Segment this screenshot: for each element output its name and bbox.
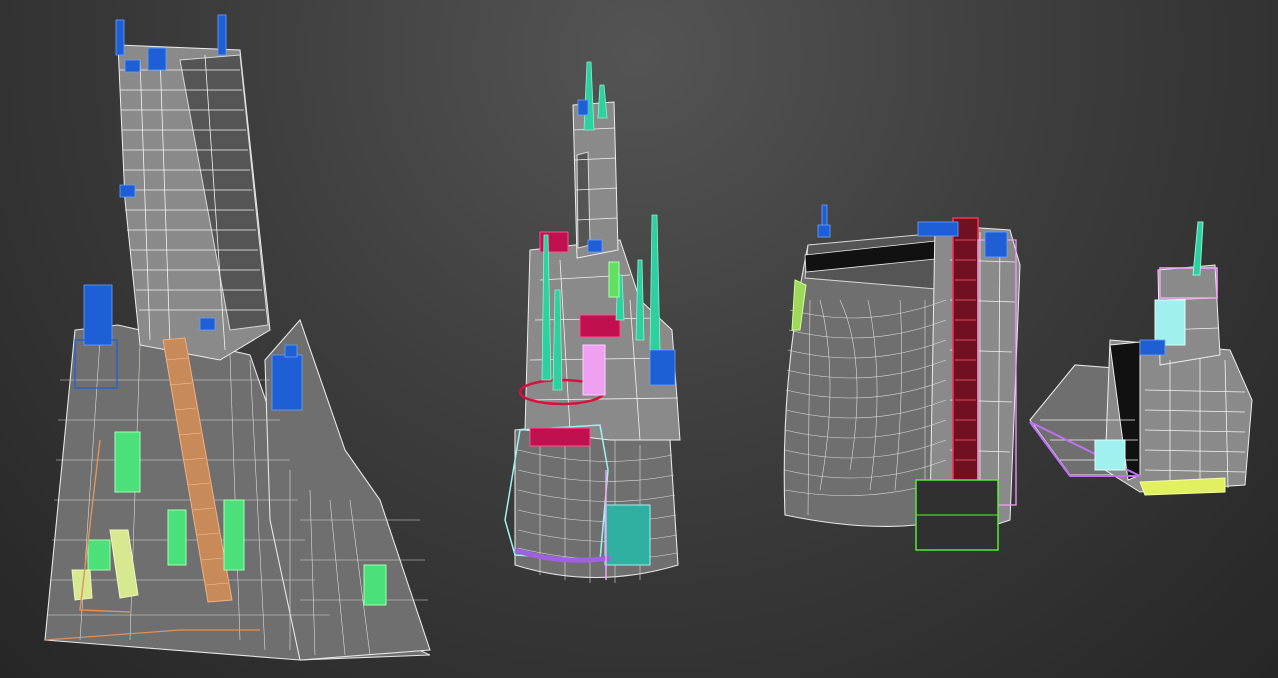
viewport-3d[interactable] xyxy=(0,0,1278,678)
tower-b-spike-top xyxy=(583,61,595,131)
tower-a-antenna-left xyxy=(115,19,125,56)
tower-c-model[interactable] xyxy=(783,204,1021,551)
tower-d-model[interactable] xyxy=(1029,221,1253,496)
tower-b-model[interactable] xyxy=(504,61,681,583)
tower-a-antenna-right xyxy=(217,14,227,56)
tower-b-teal-block xyxy=(604,504,651,566)
tower-a-model[interactable] xyxy=(44,14,431,661)
tower-a-green-panel xyxy=(114,431,141,493)
scene-canvas[interactable] xyxy=(0,0,1278,678)
tower-d-cyan-block xyxy=(1154,299,1186,346)
tower-b-crimson-band xyxy=(579,314,621,338)
tower-c-red-elevator xyxy=(952,217,979,519)
